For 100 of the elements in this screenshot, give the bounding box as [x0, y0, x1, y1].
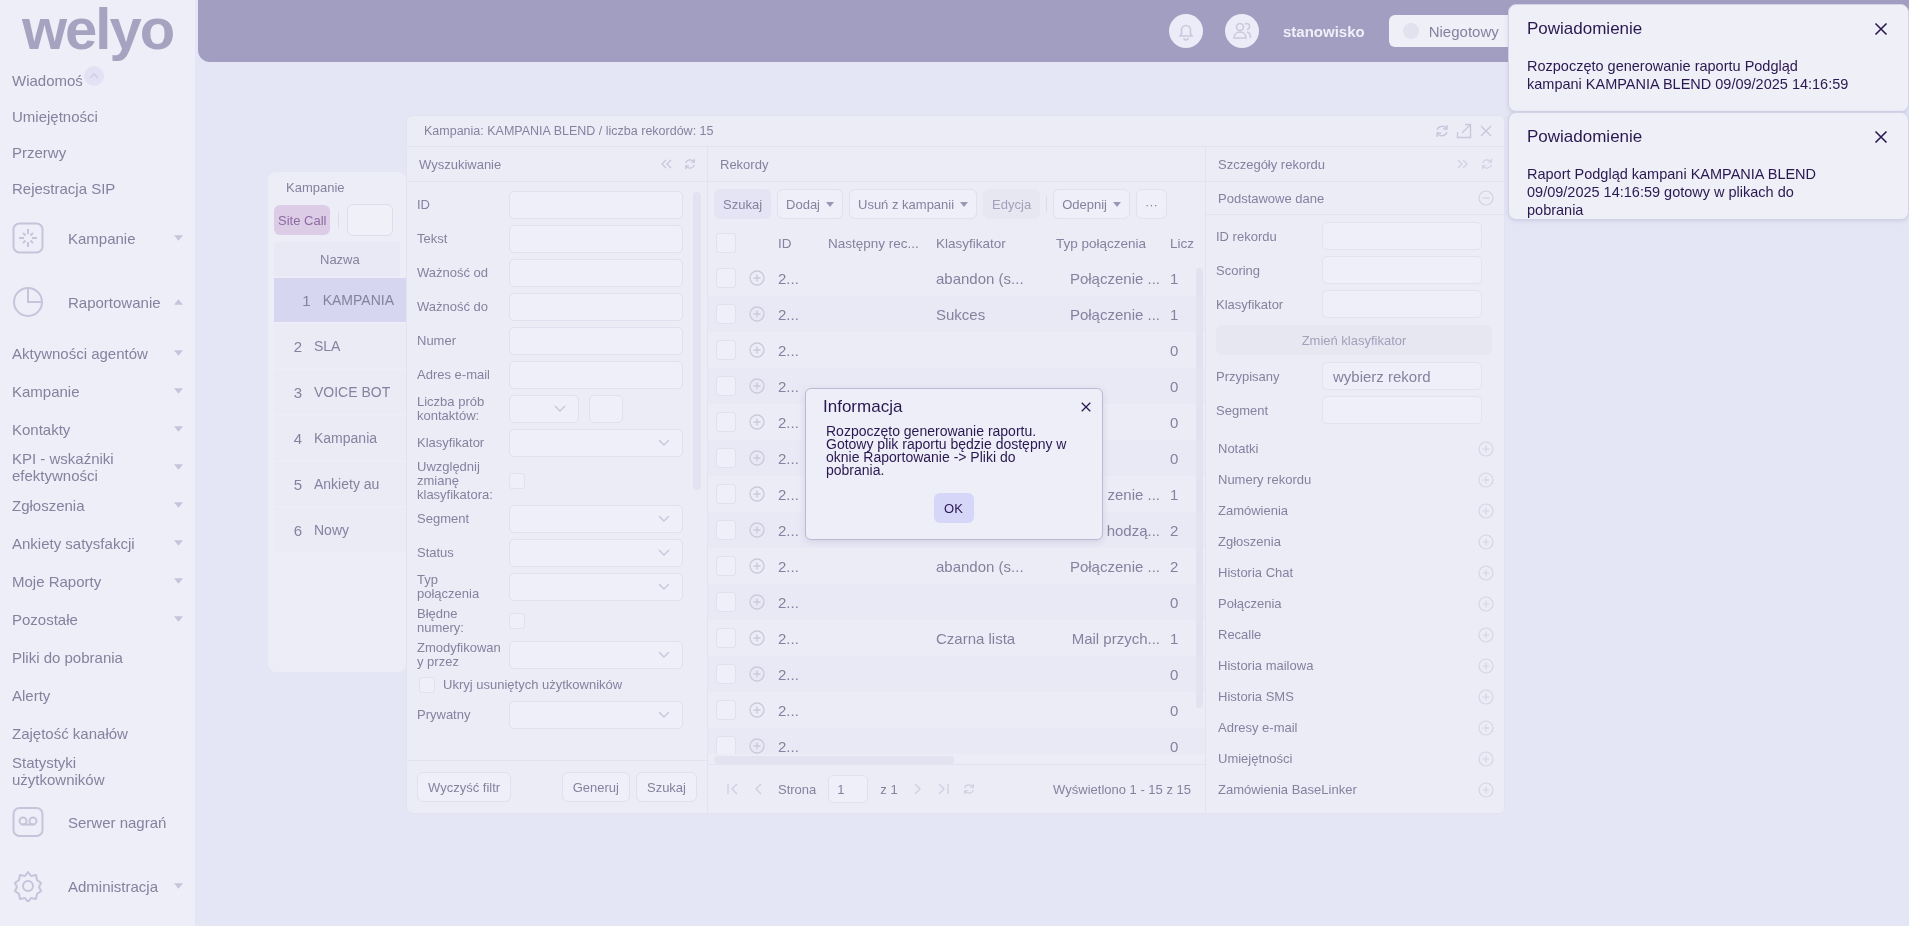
caret-icon[interactable]: [174, 540, 183, 546]
column-header[interactable]: Klasyfikator: [928, 235, 1048, 251]
column-header[interactable]: Następny rec...: [820, 235, 928, 251]
select-field[interactable]: [509, 505, 683, 533]
users-icon[interactable]: [1225, 14, 1259, 48]
section-title[interactable]: Notatki: [1218, 441, 1478, 456]
select-field[interactable]: [509, 395, 579, 423]
footer-button[interactable]: Generuj: [561, 772, 630, 802]
expand-icon[interactable]: [749, 522, 765, 538]
add-icon[interactable]: [1478, 595, 1494, 612]
sidebar-item[interactable]: Statystyki użytkowników: [12, 754, 162, 788]
section-title[interactable]: Adresy e-mail: [1218, 720, 1478, 735]
caret-icon[interactable]: [174, 426, 183, 432]
add-icon[interactable]: [1478, 533, 1494, 550]
expand-pane-icon[interactable]: [1456, 157, 1470, 171]
sidebar-group[interactable]: Serwer nagrań: [68, 813, 183, 831]
expand-icon[interactable]: [749, 702, 765, 718]
sidebar-item[interactable]: Kontakty: [12, 420, 71, 438]
ok-button[interactable]: OK: [933, 493, 974, 523]
select-field[interactable]: [509, 429, 683, 457]
expand-icon[interactable]: [749, 738, 765, 754]
expand-icon[interactable]: [749, 342, 765, 358]
close-icon[interactable]: [1874, 22, 1888, 36]
toolbar-button[interactable]: Usuń z kampanii: [849, 189, 978, 219]
add-icon[interactable]: [1478, 471, 1494, 488]
expand-icon[interactable]: [749, 630, 765, 646]
first-page-icon[interactable]: [726, 782, 740, 796]
section-title[interactable]: Zamówienia: [1218, 503, 1478, 518]
expand-icon[interactable]: [749, 666, 765, 682]
toolbar-button[interactable]: Szukaj: [714, 189, 772, 219]
close-icon[interactable]: [1874, 130, 1888, 144]
collapse-icon[interactable]: [659, 157, 673, 171]
sidebar-item[interactable]: Przerwy: [12, 143, 67, 161]
sidebar-item[interactable]: Rejestracja SIP: [12, 179, 116, 197]
add-icon[interactable]: [1478, 781, 1494, 798]
caret-icon[interactable]: [174, 388, 183, 394]
caret-icon[interactable]: [174, 883, 183, 889]
caret-icon[interactable]: [174, 235, 183, 241]
add-icon[interactable]: [1478, 719, 1494, 736]
sidebar-item[interactable]: Zgłoszenia: [12, 496, 85, 514]
add-icon[interactable]: [1478, 440, 1494, 457]
expand-icon[interactable]: [749, 414, 765, 430]
add-icon[interactable]: [1478, 626, 1494, 643]
caret-icon[interactable]: [174, 502, 183, 508]
popout-icon[interactable]: [1456, 123, 1472, 139]
add-icon[interactable]: [1478, 502, 1494, 519]
refresh-icon[interactable]: [683, 157, 697, 171]
select-field[interactable]: [509, 539, 683, 567]
caret-icon[interactable]: [174, 578, 183, 584]
expand-icon[interactable]: [749, 450, 765, 466]
section-title[interactable]: Połączenia: [1218, 596, 1478, 611]
sidebar-item[interactable]: Ankiety satysfakcji: [12, 534, 135, 552]
close-icon[interactable]: [1080, 401, 1092, 413]
expand-icon[interactable]: [749, 270, 765, 286]
add-icon[interactable]: [1478, 688, 1494, 705]
sidebar-item[interactable]: Kampanie: [12, 382, 80, 400]
expand-icon[interactable]: [749, 306, 765, 322]
caret-icon[interactable]: [174, 350, 183, 356]
expand-icon[interactable]: [749, 486, 765, 502]
sidebar-item[interactable]: KPI - wskaźniki efektywności: [12, 450, 162, 484]
scroll-up-icon[interactable]: [84, 66, 104, 86]
select-field[interactable]: [509, 641, 683, 669]
select-field[interactable]: [509, 573, 683, 601]
add-icon[interactable]: [1478, 750, 1494, 767]
refresh-icon[interactable]: [1434, 123, 1450, 139]
caret-icon[interactable]: [174, 464, 183, 470]
text-field[interactable]: wybierz rekord: [1322, 362, 1482, 390]
toolbar-button[interactable]: Dodaj: [777, 189, 843, 219]
refresh-icon[interactable]: [961, 782, 976, 796]
sidebar-item[interactable]: Alerty: [12, 686, 51, 704]
expand-icon[interactable]: [749, 594, 765, 610]
section-title[interactable]: Umiejętności: [1218, 751, 1478, 766]
footer-button[interactable]: Wyczyść filtr: [417, 772, 512, 802]
sidebar-item[interactable]: Pozostałe: [12, 610, 78, 628]
caret-icon[interactable]: [174, 616, 183, 622]
site-call-button[interactable]: Site Call: [274, 205, 331, 235]
add-icon[interactable]: [1478, 564, 1494, 581]
sidebar-group[interactable]: Raportowanie: [68, 293, 174, 311]
column-header[interactable]: ID: [770, 235, 820, 251]
sidebar-item[interactable]: Wiadomoś: [12, 71, 83, 89]
section-title[interactable]: Historia Chat: [1218, 565, 1478, 580]
section-title[interactable]: Historia SMS: [1218, 689, 1478, 704]
column-header[interactable]: Licz: [1168, 235, 1205, 251]
page-field[interactable]: 1: [828, 775, 869, 803]
section-title[interactable]: Numery rekordu: [1218, 472, 1478, 487]
sidebar-item[interactable]: Umiejętności: [12, 107, 98, 125]
caret-icon[interactable]: [174, 299, 183, 305]
column-header[interactable]: Typ połączenia: [1048, 235, 1168, 251]
sidebar-group[interactable]: Kampanie: [68, 229, 174, 247]
sidebar-item[interactable]: Aktywności agentów: [12, 344, 148, 362]
expand-icon[interactable]: [749, 378, 765, 394]
campaign-row[interactable]: 1 KAMPANIA: [274, 278, 406, 322]
footer-button[interactable]: Szukaj: [635, 772, 697, 802]
collapse-icon[interactable]: [1478, 190, 1494, 206]
toolbar-button[interactable]: Odepnij: [1053, 189, 1130, 219]
refresh-icon[interactable]: [1480, 157, 1494, 171]
add-icon[interactable]: [1478, 657, 1494, 674]
section-title[interactable]: Zgłoszenia: [1218, 534, 1478, 549]
section-title[interactable]: Zamówienia BaseLinker: [1218, 782, 1478, 797]
section-title[interactable]: Recalle: [1218, 627, 1478, 642]
